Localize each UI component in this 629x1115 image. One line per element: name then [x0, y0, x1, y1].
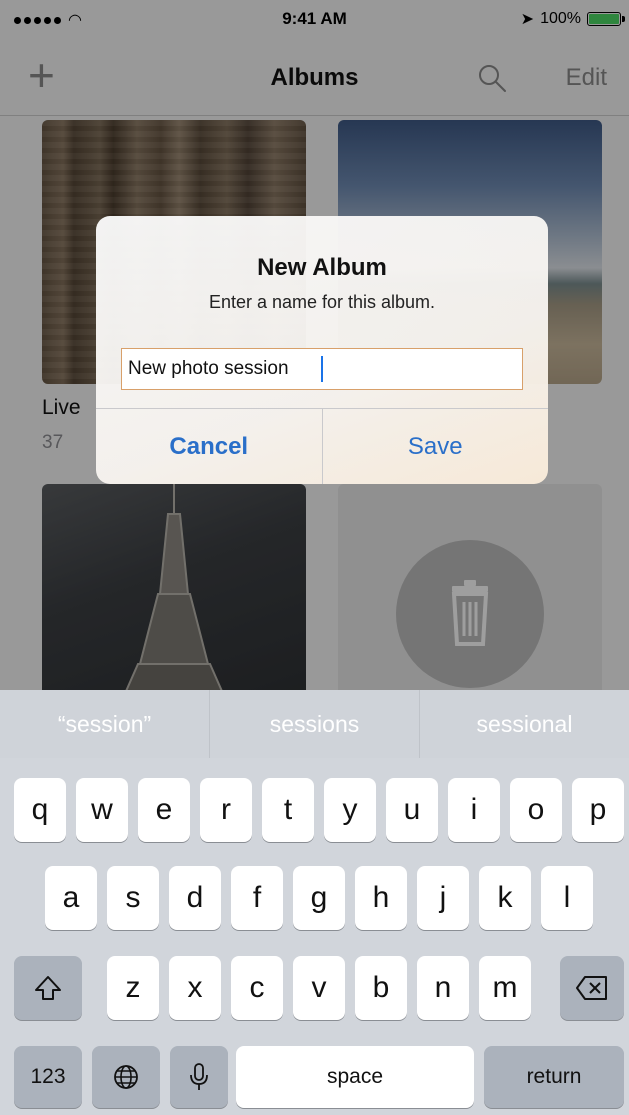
keyboard: “session” sessions sessional q w e r t y… [0, 690, 629, 1115]
suggestion-bar: “session” sessions sessional [0, 690, 629, 758]
key-b[interactable]: b [355, 956, 407, 1020]
key-l[interactable]: l [541, 866, 593, 930]
key-m[interactable]: m [479, 956, 531, 1020]
globe-key[interactable] [92, 1046, 160, 1108]
key-x[interactable]: x [169, 956, 221, 1020]
key-g[interactable]: g [293, 866, 345, 930]
shift-key[interactable] [14, 956, 82, 1020]
key-o[interactable]: o [510, 778, 562, 842]
key-d[interactable]: d [169, 866, 221, 930]
dialog-message: Enter a name for this album. [208, 292, 436, 312]
key-c[interactable]: c [231, 956, 283, 1020]
key-k[interactable]: k [479, 866, 531, 930]
cancel-button[interactable]: Cancel [96, 409, 323, 484]
key-a[interactable]: a [45, 866, 97, 930]
key-u[interactable]: u [386, 778, 438, 842]
key-w[interactable]: w [76, 778, 128, 842]
save-button[interactable]: Save [323, 409, 549, 484]
dialog-buttons: Cancel Save [96, 408, 548, 484]
suggestion-item[interactable]: sessions [209, 690, 419, 758]
text-caret [321, 356, 323, 382]
return-key[interactable]: return [484, 1046, 624, 1108]
new-album-dialog: New Album Enter a name for this album. C… [96, 216, 548, 484]
key-s[interactable]: s [107, 866, 159, 930]
key-f[interactable]: f [231, 866, 283, 930]
key-v[interactable]: v [293, 956, 345, 1020]
screen: ◠ 9:41 AM ➤ 100% + Albums Edit Live 37 N… [0, 0, 629, 1115]
dialog-title: New Album [257, 254, 387, 281]
shift-icon [35, 976, 61, 1000]
key-y[interactable]: y [324, 778, 376, 842]
key-q[interactable]: q [14, 778, 66, 842]
key-r[interactable]: r [200, 778, 252, 842]
globe-icon [114, 1065, 138, 1089]
delete-icon [576, 976, 607, 1000]
dictation-key[interactable] [170, 1046, 228, 1108]
key-h[interactable]: h [355, 866, 407, 930]
space-key[interactable]: space [236, 1046, 474, 1108]
key-j[interactable]: j [417, 866, 469, 930]
key-i[interactable]: i [448, 778, 500, 842]
key-e[interactable]: e [138, 778, 190, 842]
key-n[interactable]: n [417, 956, 469, 1020]
key-z[interactable]: z [107, 956, 159, 1020]
suggestion-item[interactable]: sessional [419, 690, 629, 758]
delete-key[interactable] [560, 956, 624, 1020]
numbers-key[interactable]: 123 [14, 1046, 82, 1108]
key-p[interactable]: p [572, 778, 624, 842]
key-t[interactable]: t [262, 778, 314, 842]
microphone-icon [190, 1063, 208, 1090]
suggestion-item[interactable]: “session” [0, 690, 209, 758]
